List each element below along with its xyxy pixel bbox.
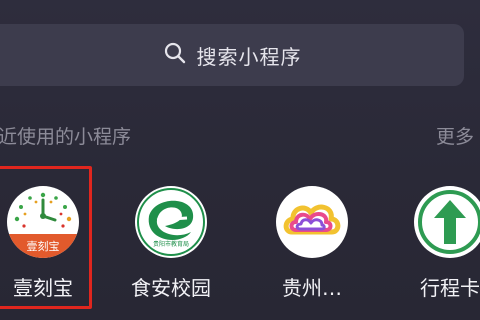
app-label: 贵州…: [282, 276, 342, 300]
app-badge-text: 壹刻宝: [27, 239, 60, 253]
search-icon: [163, 41, 197, 69]
search-bar[interactable]: 搜索小程序: [0, 24, 464, 86]
clock-icon: 壹刻宝: [7, 186, 79, 258]
mini-program-drawer: 搜索小程序 近使用的小程序 更多 壹刻宝 壹刻宝 贵阳市教育局 食安校园 贵州……: [0, 0, 480, 320]
app-item-yikebao[interactable]: 壹刻宝 壹刻宝: [0, 186, 88, 310]
recent-mini-programs-title: 近使用的小程序: [0, 126, 132, 148]
app-label: 食安校园: [131, 276, 211, 300]
app-label: 行程卡: [420, 276, 480, 300]
up-arrow-icon: [414, 186, 480, 258]
app-item-guizhou[interactable]: 贵州…: [267, 186, 357, 310]
search-placeholder: 搜索小程序: [196, 44, 302, 69]
more-link[interactable]: 更多: [436, 122, 474, 149]
app-item-xingchengka[interactable]: 行程卡: [405, 186, 480, 310]
rainbow-cloud-icon: [276, 186, 348, 258]
app-icon-caption: 贵阳市教育局: [153, 240, 189, 248]
app-item-shian-xiaoyuan[interactable]: 贵阳市教育局 食安校园: [126, 186, 216, 310]
app-label: 壹刻宝: [13, 276, 73, 300]
e-leaf-icon: 贵阳市教育局: [135, 186, 207, 258]
